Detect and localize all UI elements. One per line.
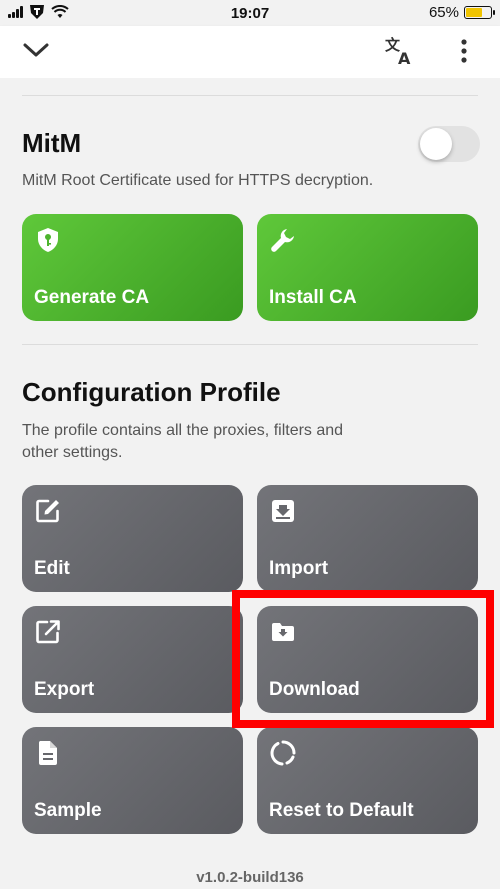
edit-button[interactable]: Edit [22,485,243,592]
nav-bar: 文 A [0,26,500,78]
status-time: 19:07 [230,5,270,22]
translate-icon[interactable]: 文 A [383,34,415,68]
shield-key-icon [38,228,58,252]
sample-button[interactable]: Sample [22,727,243,834]
reset-to-default-button[interactable]: Reset to Default [257,727,478,834]
status-right: 65% [428,4,495,21]
import-label: Import [269,558,329,579]
reset-circle-icon [270,740,296,766]
profile-description-line-2: other settings. [22,444,123,461]
install-ca-label: Install CA [269,287,357,308]
svg-text:A: A [398,49,411,68]
more-vertical-icon[interactable] [452,36,476,66]
battery-percent: 65% [428,4,459,21]
import-button[interactable]: Import [257,485,478,592]
divider [22,344,478,345]
chevron-down-icon[interactable] [22,38,50,62]
status-bar: 19:07 65% [0,0,500,26]
reset-to-default-label: Reset to Default [269,800,414,821]
mitm-toggle[interactable] [418,126,480,162]
battery-icon [464,6,495,19]
export-button[interactable]: Export [22,606,243,713]
export-label: Export [34,679,95,700]
profile-description-line-1: The profile contains all the proxies, fi… [22,422,344,439]
wrench-icon [271,229,294,252]
mitm-title: MitM [22,128,82,158]
mitm-description: MitM Root Certificate used for HTTPS dec… [22,172,374,189]
install-ca-button[interactable]: Install CA [257,214,478,321]
edit-icon [36,499,59,523]
sample-label: Sample [34,800,102,821]
battery-level [466,8,482,17]
export-icon [36,620,60,644]
edit-label: Edit [34,558,70,579]
main-content: MitM MitM Root Certificate used for HTTP… [0,78,500,889]
divider [22,95,478,96]
generate-ca-button[interactable]: Generate CA [22,214,243,321]
generate-ca-label: Generate CA [34,287,150,308]
highlight-box [232,590,494,728]
version-label: v1.0.2-build136 [196,869,304,886]
import-tray-icon [272,500,294,522]
document-icon [38,741,57,765]
toggle-knob [420,128,452,160]
profile-title: Configuration Profile [22,377,281,407]
